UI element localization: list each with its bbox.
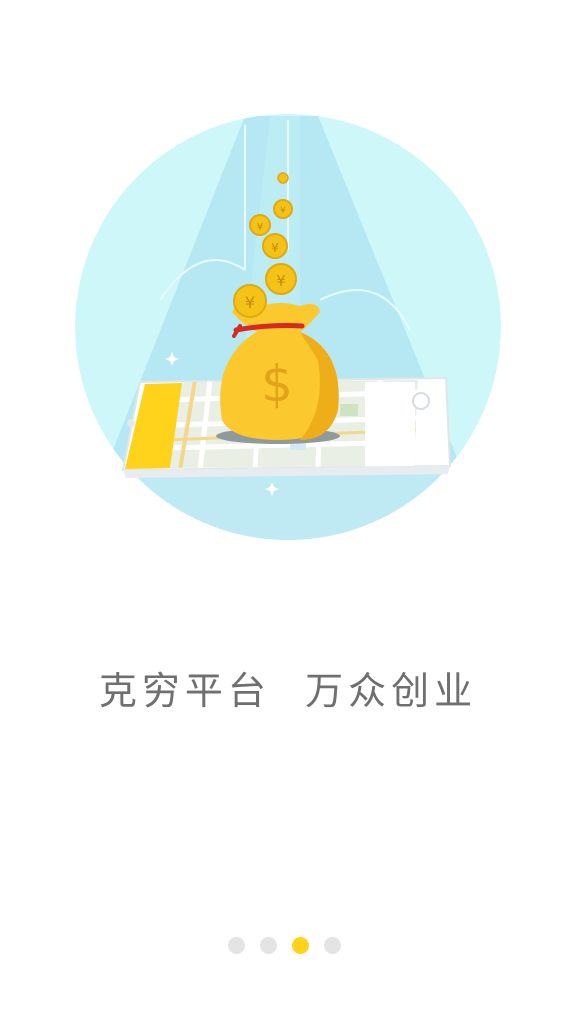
page-dot-4[interactable] (324, 937, 341, 954)
coin-icon: ¥ (273, 199, 293, 219)
svg-text:¥: ¥ (257, 222, 263, 233)
svg-text:¥: ¥ (280, 206, 286, 216)
coin-icon: ¥ (233, 284, 267, 318)
slogan-text: 克穷平台 万众创业 (98, 669, 478, 713)
svg-text:¥: ¥ (245, 293, 255, 312)
coin-icon (277, 172, 289, 184)
coin-icon: ¥ (249, 214, 271, 236)
page-dot-1[interactable] (228, 937, 245, 954)
page-dot-3-active[interactable] (292, 937, 309, 954)
dollar-symbol: $ (261, 355, 293, 413)
svg-text:¥: ¥ (276, 272, 286, 290)
svg-text:¥: ¥ (271, 241, 279, 255)
illustration-svg: $ ¥ ¥ ¥ ¥ ¥ (75, 114, 501, 540)
page-indicator (0, 937, 576, 955)
onboarding-illustration: $ ¥ ¥ ¥ ¥ ¥ (0, 0, 576, 560)
page-dot-2[interactable] (260, 937, 277, 954)
coin-icon: ¥ (265, 263, 297, 295)
coin-icon: ¥ (262, 233, 288, 259)
